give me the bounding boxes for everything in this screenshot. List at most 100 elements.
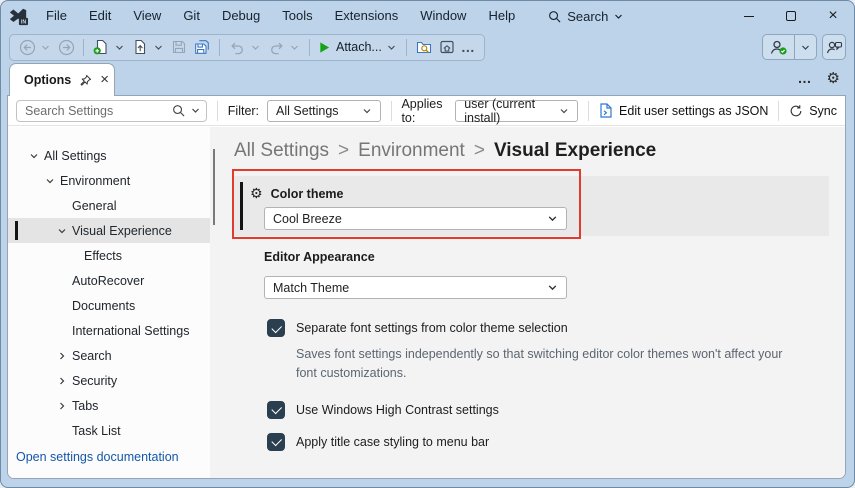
- filter-bar: Filter: All Settings Applies to: user (c…: [8, 96, 845, 126]
- svg-text:IN: IN: [21, 20, 27, 26]
- settings-search-box[interactable]: [16, 100, 207, 122]
- navigate-forward-button[interactable]: [57, 38, 75, 56]
- applies-to-label: Applies to:: [401, 97, 447, 125]
- title-case-menu-bar-checkbox[interactable]: [267, 433, 285, 451]
- chevron-down-icon[interactable]: [28, 151, 40, 161]
- sidebar-item-effects[interactable]: Effects: [8, 243, 210, 268]
- sidebar-item-task-list[interactable]: Task List: [8, 418, 210, 443]
- filter-dropdown[interactable]: All Settings: [267, 100, 381, 122]
- checkbox-row-separate-font-settings: Separate font settings from color theme …: [267, 319, 845, 337]
- chevron-down-icon[interactable]: [56, 226, 68, 236]
- sync-button[interactable]: Sync: [789, 104, 837, 118]
- menu-file[interactable]: File: [35, 1, 78, 31]
- sidebar-item-label: Security: [72, 374, 117, 388]
- new-file-button[interactable]: [92, 38, 110, 56]
- checkbox-row-title-case-menu-bar: Apply title case styling to menu bar: [267, 433, 845, 451]
- sidebar-item-tabs[interactable]: Tabs: [8, 393, 210, 418]
- breadcrumb-separator: >: [474, 140, 485, 162]
- sidebar-item-documents[interactable]: Documents: [8, 293, 210, 318]
- toolbar-separator: [309, 39, 310, 56]
- close-icon: ×: [828, 8, 837, 24]
- open-file-dropdown-chevron-icon[interactable]: [154, 43, 165, 52]
- titlebar-search[interactable]: Search: [548, 9, 623, 24]
- tab-title: Options: [24, 73, 71, 87]
- minimize-button[interactable]: [728, 1, 770, 31]
- attach-dropdown-chevron-icon[interactable]: [387, 43, 398, 52]
- sidebar-item-environment[interactable]: Environment: [8, 168, 210, 193]
- save-all-button[interactable]: [193, 38, 211, 56]
- maximize-button[interactable]: [770, 1, 812, 31]
- breadcrumb-all-settings[interactable]: All Settings: [234, 140, 329, 162]
- breadcrumb-visual-experience: Visual Experience: [494, 140, 656, 162]
- close-button[interactable]: ×: [812, 1, 854, 31]
- back-dropdown-chevron-icon[interactable]: [41, 43, 52, 52]
- search-icon[interactable]: [172, 104, 185, 117]
- editor-appearance-dropdown[interactable]: Match Theme: [264, 276, 567, 299]
- separate-font-settings-checkbox[interactable]: [267, 319, 285, 337]
- undo-button[interactable]: [228, 38, 246, 56]
- document-tab-strip: Options × … ⚙: [1, 63, 854, 95]
- chevron-right-icon[interactable]: [56, 376, 68, 386]
- menu-debug[interactable]: Debug: [211, 1, 271, 31]
- chevron-down-icon[interactable]: [44, 176, 56, 186]
- find-in-files-icon[interactable]: [415, 38, 433, 56]
- toolbar-right: [762, 34, 846, 60]
- sidebar-item-search[interactable]: Search: [8, 343, 210, 368]
- menu-help[interactable]: Help: [477, 1, 526, 31]
- minimize-icon: [744, 16, 754, 17]
- account-dropdown-chevron-icon[interactable]: [795, 35, 816, 59]
- sidebar-item-all-settings[interactable]: All Settings: [8, 143, 210, 168]
- redo-dropdown-chevron-icon[interactable]: [290, 43, 301, 52]
- menu-tools[interactable]: Tools: [271, 1, 323, 31]
- filterbar-separator: [778, 101, 779, 121]
- sidebar-item-label: General: [72, 199, 116, 213]
- sidebar-item-international-settings[interactable]: International Settings: [8, 318, 210, 343]
- search-options-chevron-icon[interactable]: [191, 106, 200, 115]
- tree-scrollbar-thumb[interactable]: [213, 149, 215, 225]
- open-settings-documentation-link[interactable]: Open settings documentation: [16, 450, 179, 464]
- navigate-back-button[interactable]: [18, 38, 36, 56]
- color-theme-value: Cool Breeze: [273, 212, 342, 226]
- chevron-right-icon[interactable]: [56, 401, 68, 411]
- tab-options[interactable]: Options ×: [9, 63, 115, 96]
- sidebar-item-label: Visual Experience: [72, 224, 172, 238]
- menu-window[interactable]: Window: [409, 1, 477, 31]
- attach-debug-button[interactable]: Attach...: [318, 40, 382, 54]
- edit-json-label: Edit user settings as JSON: [619, 104, 768, 118]
- high-contrast-checkbox[interactable]: [267, 401, 285, 419]
- breadcrumb-environment[interactable]: Environment: [358, 140, 465, 162]
- gear-icon[interactable]: ⚙: [827, 69, 840, 87]
- sidebar-item-label: Tabs: [72, 399, 98, 413]
- checkbox-label: Use Windows High Contrast settings: [296, 403, 499, 417]
- tab-overflow-button[interactable]: …: [798, 70, 813, 86]
- sidebar-item-autorecover[interactable]: AutoRecover: [8, 268, 210, 293]
- search-input[interactable]: [25, 104, 166, 118]
- menu-edit[interactable]: Edit: [78, 1, 122, 31]
- feedback-button[interactable]: [822, 34, 846, 60]
- chevron-right-icon[interactable]: [56, 351, 68, 361]
- applies-to-dropdown[interactable]: user (current install): [455, 100, 578, 122]
- account-button[interactable]: [763, 35, 795, 59]
- window-home-icon[interactable]: [438, 38, 456, 56]
- toolbar-overflow-button[interactable]: …: [461, 39, 476, 55]
- menu-extensions[interactable]: Extensions: [324, 1, 410, 31]
- sidebar-item-visual-experience[interactable]: Visual Experience: [8, 218, 210, 243]
- menu-view[interactable]: View: [122, 1, 172, 31]
- sidebar-item-label: All Settings: [44, 149, 107, 163]
- open-file-button[interactable]: [131, 38, 149, 56]
- sidebar-item-security[interactable]: Security: [8, 368, 210, 393]
- undo-dropdown-chevron-icon[interactable]: [251, 43, 262, 52]
- sidebar-item-general[interactable]: General: [8, 193, 210, 218]
- edit-json-button[interactable]: Edit user settings as JSON: [599, 103, 768, 118]
- save-button[interactable]: [170, 38, 188, 56]
- pin-icon[interactable]: [79, 74, 92, 87]
- new-file-dropdown-chevron-icon[interactable]: [115, 43, 126, 52]
- color-theme-label: Color theme: [271, 187, 344, 201]
- tab-close-icon[interactable]: ×: [100, 73, 109, 87]
- chevron-down-icon: [614, 12, 623, 21]
- color-theme-dropdown[interactable]: Cool Breeze: [264, 207, 567, 230]
- breadcrumb-separator: >: [338, 140, 349, 162]
- redo-button[interactable]: [267, 38, 285, 56]
- menu-git[interactable]: Git: [172, 1, 211, 31]
- sidebar-item-label: Effects: [84, 249, 122, 263]
